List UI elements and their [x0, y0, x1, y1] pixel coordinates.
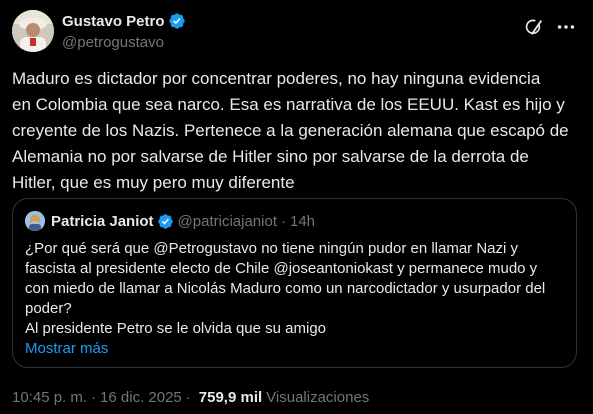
verified-badge-icon: [168, 12, 186, 30]
quoted-verified-badge-icon: [157, 213, 174, 230]
tweet-time-link[interactable]: 10:45 p. m.: [12, 389, 87, 406]
quoted-tweet-header: Patricia Janiot @patriciajaniot · 14h: [25, 211, 315, 231]
quoted-timestamp: 14h: [290, 212, 316, 230]
grok-icon[interactable]: [523, 16, 545, 38]
quoted-tweet-text: ¿Por qué será que @Petrogustavo no tiene…: [25, 240, 546, 337]
author-display-name[interactable]: Gustavo Petro: [62, 13, 165, 30]
quoted-author-avatar[interactable]: [25, 211, 45, 231]
meta-separator-2: ·: [185, 389, 191, 406]
author-avatar-image: [12, 10, 54, 52]
tweet-text: Maduro es dictador por concentrar podere…: [12, 69, 569, 192]
author-names: Gustavo Petro @petrogustavo: [62, 11, 186, 51]
show-more-link[interactable]: Mostrar más: [25, 340, 108, 357]
more-icon[interactable]: [555, 16, 577, 38]
views-count: 759,9 mil: [198, 389, 263, 406]
quoted-tweet[interactable]: Patricia Janiot @patriciajaniot · 14h ¿P…: [12, 198, 577, 368]
quoted-author-display-name: Patricia Janiot: [51, 212, 154, 230]
meta-separator: ·: [91, 389, 97, 406]
tweet-meta: 10:45 p. m. · 16 dic. 2025 · 759,9 mil V…: [12, 389, 369, 406]
author-avatar[interactable]: [12, 10, 54, 52]
tweet-card: Gustavo Petro @petrogustavo Maduro es di…: [0, 0, 593, 414]
quoted-separator: ·: [281, 212, 286, 230]
views-label: Visualizaciones: [266, 389, 370, 406]
tweet-date-link[interactable]: 16 dic. 2025: [100, 389, 182, 406]
author-handle[interactable]: @petrogustavo: [62, 34, 186, 51]
tweet-header: Gustavo Petro @petrogustavo: [12, 10, 581, 56]
quoted-author-handle: @patriciajaniot: [177, 212, 277, 230]
